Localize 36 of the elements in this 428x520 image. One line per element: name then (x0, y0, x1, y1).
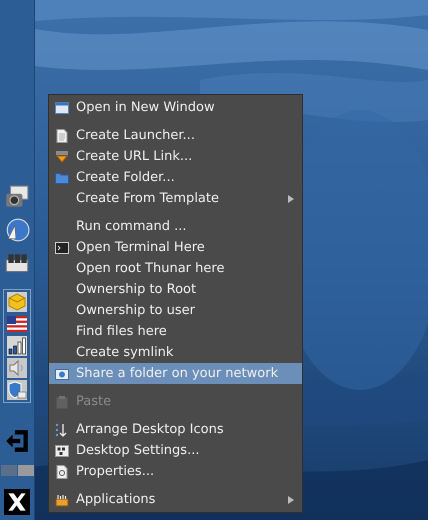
logout-icon[interactable] (4, 428, 30, 454)
settings-icon (55, 444, 69, 458)
menu-item[interactable]: Properties... (49, 461, 302, 482)
share-icon (55, 366, 69, 380)
window-icon (55, 100, 69, 114)
menu-item[interactable]: Arrange Desktop Icons (49, 419, 302, 440)
menu-item[interactable]: Create Launcher... (49, 125, 302, 146)
document-icon (55, 128, 69, 142)
menu-item[interactable]: Find files here (49, 321, 302, 342)
speaker-icon[interactable] (6, 358, 28, 378)
menu-item[interactable]: Open root Thunar here (49, 258, 302, 279)
package-icon[interactable] (6, 292, 28, 312)
signal-icon[interactable] (6, 336, 28, 356)
menu-item[interactable]: Create URL Link... (49, 146, 302, 167)
menu-item[interactable]: Desktop Settings... (49, 440, 302, 461)
arrange-icon (55, 422, 69, 436)
flag-icon[interactable] (6, 314, 28, 334)
shield-icon[interactable] (6, 380, 28, 400)
folder-icon (55, 170, 69, 184)
x-logo-icon[interactable] (4, 489, 30, 515)
camera-icon[interactable] (4, 184, 30, 210)
menu-item[interactable]: Ownership to user (49, 300, 302, 321)
menu-item[interactable]: Open in New Window (49, 97, 302, 118)
menu-item[interactable]: Create From Template (49, 188, 302, 209)
terminal-icon (55, 240, 69, 254)
menu-item[interactable]: Applications (49, 489, 302, 510)
menu-item[interactable]: Open Terminal Here (49, 237, 302, 258)
menu-item[interactable]: Run command ... (49, 216, 302, 237)
globe-icon[interactable] (4, 217, 30, 243)
menu-item[interactable]: Create Folder... (49, 167, 302, 188)
clipboard-icon (55, 394, 69, 408)
link-icon (55, 150, 69, 164)
properties-icon (55, 464, 69, 478)
menu-item[interactable]: Ownership to Root (49, 279, 302, 300)
toolbox-icon (55, 492, 69, 506)
menu-item[interactable]: Create symlink (49, 342, 302, 363)
